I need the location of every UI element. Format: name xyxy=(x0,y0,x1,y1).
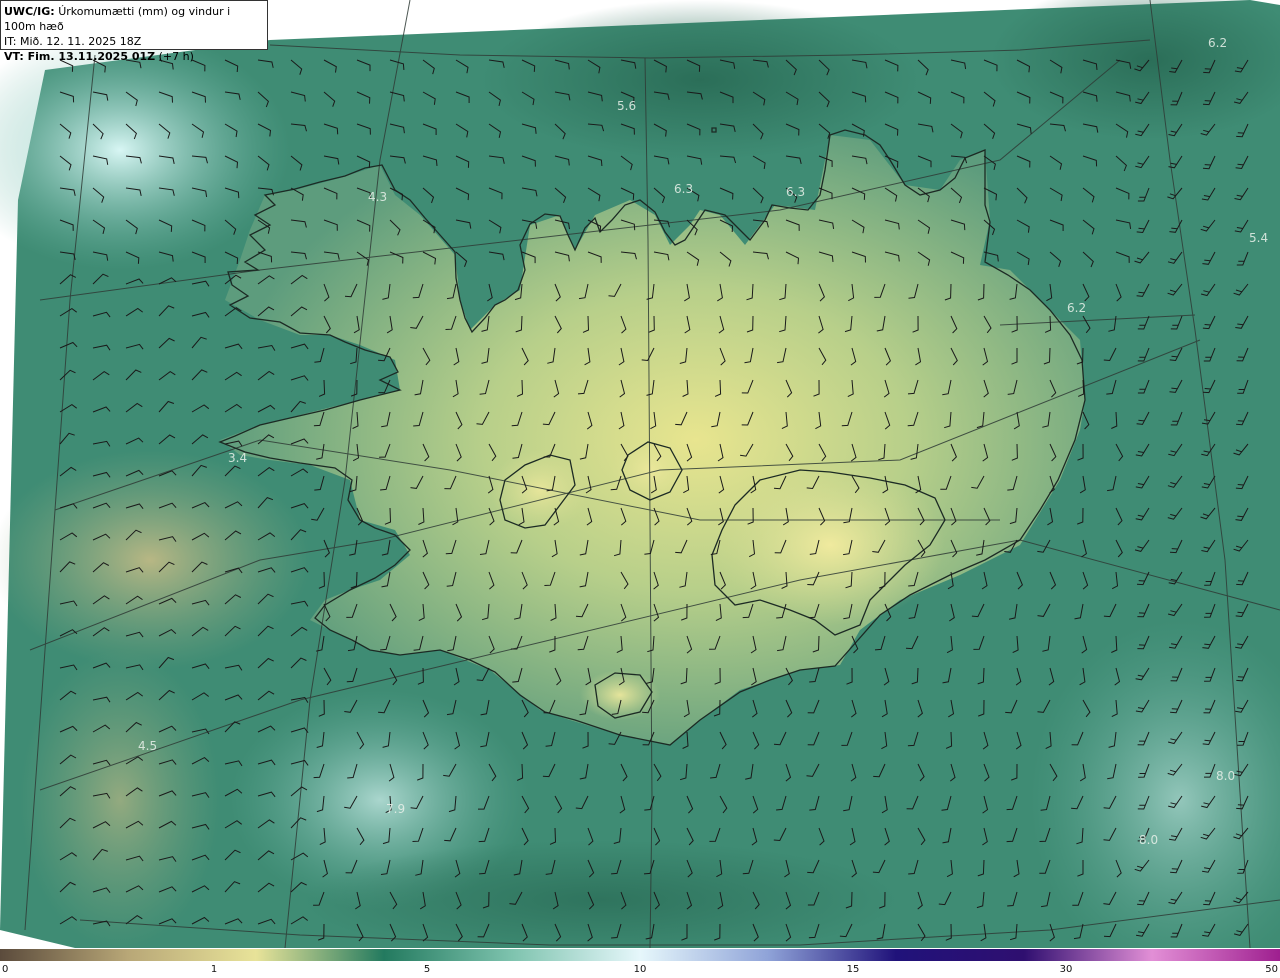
initial-time: IT: Mið. 12. 11. 2025 18Z xyxy=(4,35,142,48)
point-value-east-coast: 6.2 xyxy=(1067,301,1086,315)
point-value-northeast-sea: 5.4 xyxy=(1249,231,1268,245)
forecast-info-box: UWC/IG: Úrkomumætti (mm) og vindur i 100… xyxy=(0,0,268,63)
point-value-southeast-sea-1: 8.0 xyxy=(1216,769,1235,783)
point-value-southeast-sea-2: 8.0 xyxy=(1139,833,1158,847)
colorbar-ramp xyxy=(0,949,1280,961)
point-value-westfjords: 4.3 xyxy=(368,190,387,204)
point-value-north-coast-1: 6.3 xyxy=(674,182,693,196)
lead-time: (+7 h) xyxy=(158,50,194,63)
vatnajokull-field xyxy=(715,465,945,625)
valid-time: VT: Fim. 13.11.2025 01Z xyxy=(4,50,156,63)
colorbar-ticks: 0 1 5 10 15 30 50 xyxy=(0,961,1280,978)
point-value-southwest-sea: 4.5 xyxy=(138,739,157,753)
point-value-snaefellsnes: 3.4 xyxy=(228,451,247,465)
colorbar-tick-5: 5 xyxy=(423,964,431,975)
point-value-nw-offshore: 6.2 xyxy=(1208,36,1227,50)
precipitation-wind-map[interactable]: 6.2 5.6 6.3 6.3 4.3 5.4 6.2 3.4 4.5 7.9 … xyxy=(0,0,1280,948)
title-line: UWC/IG: Úrkomumætti (mm) og vindur i 100… xyxy=(4,4,264,34)
point-value-south-sea: 7.9 xyxy=(386,802,405,816)
colorbar xyxy=(0,949,1280,961)
colorbar-tick-0: 0 xyxy=(2,964,9,975)
colorbar-tick-15: 15 xyxy=(846,964,860,975)
colorbar-tick-1: 1 xyxy=(210,964,218,975)
colorbar-tick-50: 50 xyxy=(1265,964,1278,975)
model-label: UWC/IG: xyxy=(4,5,55,18)
point-value-north-coast-2: 6.3 xyxy=(786,185,805,199)
point-value-north-sea: 5.6 xyxy=(617,99,636,113)
valid-time-line: VT: Fim. 13.11.2025 01Z (+7 h) xyxy=(4,49,264,64)
colorbar-tick-10: 10 xyxy=(633,964,647,975)
colorbar-tick-30: 30 xyxy=(1059,964,1073,975)
